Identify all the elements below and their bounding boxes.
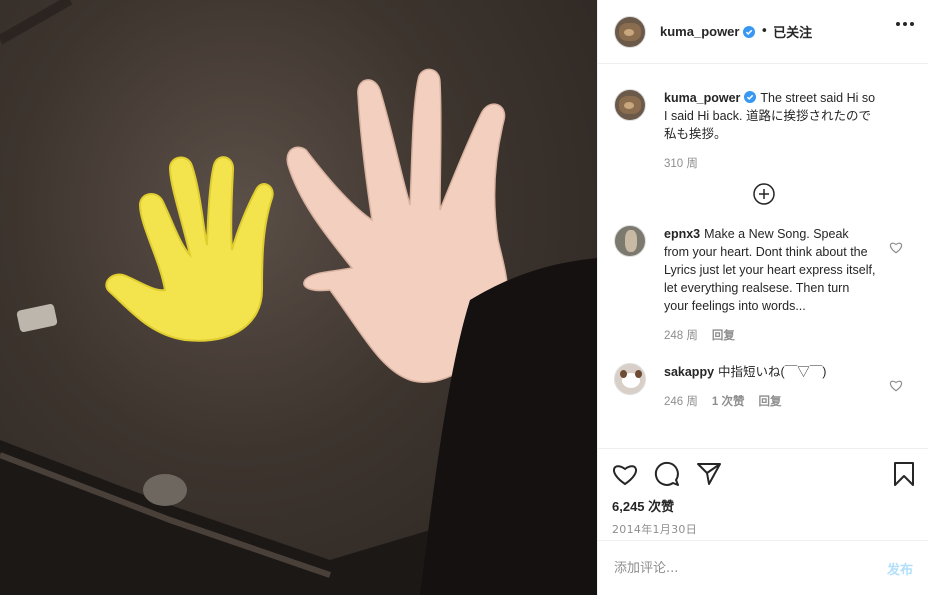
commenter-username[interactable]: epnx3 [664,227,700,241]
photo-illustration [0,0,597,595]
heart-icon[interactable] [889,379,903,392]
commenter-avatar[interactable] [614,225,646,257]
caption-username[interactable]: kuma_power [664,91,740,105]
post-comment-button[interactable]: 发布 [887,559,913,578]
comment-input[interactable] [614,560,887,576]
add-comment-bar: 发布 [598,540,928,595]
comment-item: epnx3 Make a New Song. Speak from your he… [614,225,913,345]
following-button[interactable]: 已关注 [773,22,812,41]
likes-count[interactable]: 6,245 次赞 [612,496,915,515]
caption-avatar[interactable] [614,89,646,121]
post-side-panel: kuma_power • 已关注 kuma_power The street sa… [597,0,928,595]
paper-scrap [16,304,58,332]
post-photo[interactable] [0,0,597,595]
comment-time[interactable]: 246 周 [664,393,698,411]
caption: kuma_power The street said Hi so I said H… [614,89,913,173]
load-more-icon[interactable] [752,183,775,205]
verified-icon [744,91,757,103]
comment-time[interactable]: 248 周 [664,327,698,345]
comment-text: 中指短いね(￣▽￣) [718,365,827,379]
instagram-post: kuma_power • 已关注 kuma_power The street sa… [0,0,928,595]
post-header: kuma_power • 已关注 [598,0,928,64]
post-date[interactable]: 2014年1月30日 [612,521,915,537]
author-avatar[interactable] [614,15,646,48]
yellow-hand-sticker [105,156,274,342]
verified-icon [743,25,756,38]
comment-icon[interactable] [654,461,680,487]
bookmark-icon[interactable] [893,461,915,487]
comment-item: sakappy 中指短いね(￣▽￣) 246 周 1 次赞 回复 [614,363,913,411]
comments-list[interactable]: kuma_power The street said Hi so I said H… [598,65,928,448]
heart-icon[interactable] [889,241,903,254]
comment-likes[interactable]: 1 次赞 [712,393,745,411]
caption-time[interactable]: 310 周 [664,155,698,173]
reply-button[interactable]: 回复 [758,393,781,411]
like-heart-icon[interactable] [612,462,638,486]
commenter-username[interactable]: sakappy [664,365,714,379]
commenter-avatar[interactable] [614,363,646,395]
more-icon[interactable] [896,22,914,26]
reply-button[interactable]: 回复 [712,327,735,345]
post-actions: 6,245 次赞 2014年1月30日 [598,448,928,537]
share-icon[interactable] [696,462,722,486]
follow-separator: • [760,24,769,39]
author-username[interactable]: kuma_power [660,24,739,39]
